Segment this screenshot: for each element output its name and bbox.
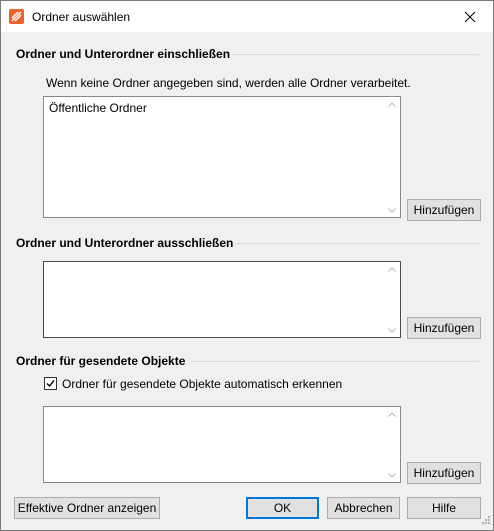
auto-detect-label[interactable]: Ordner für gesendete Objekte automatisch…: [62, 377, 342, 391]
list-item[interactable]: Öffentliche Ordner: [49, 101, 147, 115]
sent-add-button[interactable]: Hinzufügen: [407, 462, 481, 484]
exclude-add-button[interactable]: Hinzufügen: [407, 317, 481, 339]
include-section-heading: Ordner und Unterordner einschließen: [16, 47, 231, 61]
sent-folder-list[interactable]: [43, 406, 401, 483]
close-icon: [464, 11, 476, 22]
include-hint-text: Wenn keine Ordner angegeben sind, werden…: [46, 76, 411, 90]
sent-section-divider: [191, 361, 479, 362]
window-title: Ordner auswählen: [32, 10, 131, 24]
dialog-window: Ordner auswählen Ordner und Unterordner …: [0, 0, 494, 531]
effective-folders-button[interactable]: Effektive Ordner anzeigen: [14, 497, 160, 519]
scroll-down-icon[interactable]: [387, 206, 397, 214]
sent-section-heading: Ordner für gesendete Objekte: [16, 354, 186, 368]
include-folder-list[interactable]: Öffentliche Ordner: [43, 96, 401, 218]
scroll-up-icon[interactable]: [387, 265, 397, 273]
title-bar[interactable]: Ordner auswählen: [1, 1, 493, 32]
include-section-divider: [232, 54, 479, 55]
auto-detect-checkbox[interactable]: [44, 377, 57, 390]
scroll-down-icon[interactable]: [387, 471, 397, 479]
ok-button[interactable]: OK: [246, 497, 319, 519]
include-add-button[interactable]: Hinzufügen: [407, 199, 481, 221]
exclude-section-divider: [234, 243, 479, 244]
close-button[interactable]: [447, 1, 493, 32]
exclude-section-heading: Ordner und Unterordner ausschließen: [16, 236, 234, 250]
resize-grip-icon[interactable]: [481, 514, 491, 528]
scroll-down-icon[interactable]: [387, 326, 397, 334]
exclude-folder-list[interactable]: [43, 261, 401, 338]
cancel-button[interactable]: Abbrechen: [327, 497, 400, 519]
scroll-up-icon[interactable]: [387, 100, 397, 108]
checkmark-icon: [46, 380, 55, 388]
help-button[interactable]: Hilfe: [407, 497, 481, 519]
app-icon: [9, 9, 24, 24]
scroll-up-icon[interactable]: [387, 410, 397, 418]
